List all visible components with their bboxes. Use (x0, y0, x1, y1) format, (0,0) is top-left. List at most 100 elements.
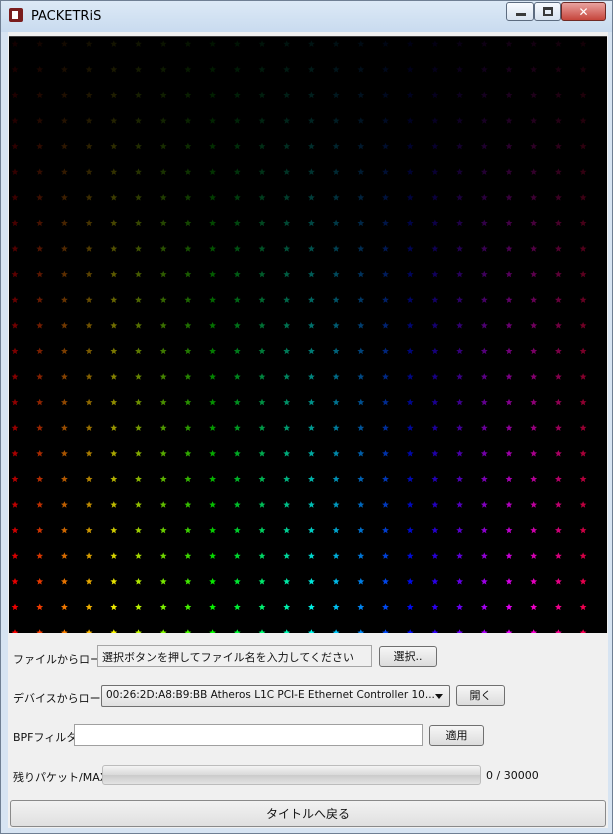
grid-star-icon (11, 142, 19, 150)
grid-star-icon (283, 398, 291, 406)
grid-star-icon (308, 91, 315, 99)
grid-star-icon (61, 578, 68, 585)
grid-star-icon (110, 501, 118, 508)
grid-star-icon (505, 373, 513, 380)
grid-star-icon (184, 424, 192, 431)
grid-star-icon (505, 450, 513, 457)
grid-star-icon (480, 168, 488, 175)
grid-star-icon (431, 552, 439, 559)
grid-star-icon (258, 629, 266, 633)
grid-star-icon (61, 142, 68, 150)
grid-star-icon (308, 117, 315, 124)
back-to-title-button[interactable]: タイトルへ戻る (10, 800, 606, 827)
grid-star-icon (431, 91, 439, 99)
grid-star-icon (505, 501, 513, 508)
grid-star-icon (159, 194, 167, 201)
close-button[interactable]: ✕ (561, 2, 606, 21)
grid-star-icon (85, 142, 93, 150)
grid-star-icon (357, 296, 365, 303)
grid-star-icon (11, 501, 19, 508)
grid-star-icon (332, 347, 340, 355)
grid-star-icon (382, 245, 389, 252)
grid-star-icon (85, 373, 93, 380)
grid-star-icon (135, 552, 142, 559)
grid-star-icon (61, 526, 68, 534)
title-bar[interactable]: PACKETRiS ✕ (1, 1, 612, 32)
grid-star-icon (530, 245, 538, 252)
grid-star-icon (505, 526, 513, 534)
grid-star-icon (579, 219, 587, 227)
grid-star-icon (11, 168, 19, 175)
open-device-button[interactable]: 開く (456, 685, 505, 706)
grid-star-icon (258, 347, 266, 355)
grid-star-icon (579, 603, 587, 611)
grid-star-icon (209, 501, 216, 508)
grid-star-icon (209, 270, 216, 278)
grid-star-icon (555, 552, 562, 559)
grid-star-icon (456, 66, 463, 73)
grid-star-icon (406, 270, 414, 278)
grid-star-icon (332, 552, 340, 559)
grid-star-icon (283, 194, 291, 201)
grid-star-icon (184, 347, 192, 355)
grid-star-icon (456, 450, 463, 457)
game-field[interactable] (9, 36, 607, 633)
grid-star-icon (283, 117, 291, 124)
grid-star-icon (85, 270, 93, 278)
grid-star-icon (530, 629, 538, 633)
grid-star-icon (431, 603, 439, 611)
grid-star-icon (283, 424, 291, 431)
maximize-button[interactable] (534, 2, 561, 21)
device-select[interactable]: 00:26:2D:A8:B9:BB Atheros L1C PCI-E Ethe… (101, 685, 450, 707)
grid-star-icon (36, 629, 44, 633)
grid-star-icon (233, 629, 241, 633)
remaining-label: 残りパケット/MAX (13, 771, 108, 784)
grid-star-icon (159, 40, 167, 47)
grid-star-icon (36, 322, 44, 329)
grid-star-icon (530, 219, 538, 227)
grid-star-icon (11, 424, 19, 431)
grid-star-icon (406, 322, 414, 329)
grid-star-icon (530, 450, 538, 457)
grid-star-icon (159, 552, 167, 559)
grid-star-icon (61, 322, 68, 329)
apply-filter-button[interactable]: 適用 (429, 725, 484, 746)
grid-star-icon (308, 347, 315, 355)
grid-star-icon (357, 91, 365, 99)
grid-star-icon (209, 91, 216, 99)
file-path-field[interactable]: 選択ボタンを押してファイル名を入力してください (97, 645, 372, 667)
grid-star-icon (332, 66, 340, 73)
grid-star-icon (308, 526, 315, 534)
grid-star-icon (308, 629, 315, 633)
grid-star-icon (456, 219, 463, 227)
grid-star-icon (233, 168, 241, 175)
select-file-button[interactable]: 選択.. (379, 646, 437, 667)
grid-star-icon (209, 142, 216, 150)
grid-star-icon (505, 424, 513, 431)
grid-star-icon (480, 322, 488, 329)
grid-star-icon (135, 424, 142, 431)
grid-star-icon (505, 142, 513, 150)
grid-star-icon (233, 270, 241, 278)
grid-star-icon (184, 168, 192, 175)
grid-star-icon (357, 552, 365, 559)
bpf-filter-input[interactable] (74, 724, 423, 746)
grid-star-icon (406, 219, 414, 227)
grid-star-icon (135, 270, 142, 278)
grid-star-icon (209, 424, 216, 431)
grid-star-icon (233, 296, 241, 303)
grid-star-icon (480, 117, 488, 124)
grid-star-icon (61, 552, 68, 559)
grid-star-icon (85, 603, 93, 611)
minimize-button[interactable] (506, 2, 534, 21)
grid-star-icon (456, 91, 463, 99)
grid-star-icon (530, 322, 538, 329)
grid-star-icon (332, 398, 340, 406)
grid-star-icon (382, 475, 389, 483)
grid-star-icon (579, 117, 587, 124)
grid-star-icon (456, 168, 463, 175)
grid-star-icon (159, 219, 167, 227)
grid-star-icon (406, 373, 414, 380)
grid-star-icon (530, 475, 538, 483)
grid-star-icon (530, 40, 538, 47)
